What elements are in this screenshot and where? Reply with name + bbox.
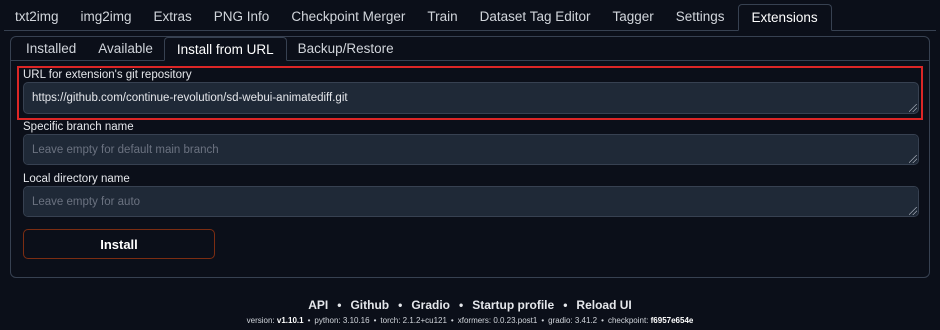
footer-link-startup-profile[interactable]: Startup profile bbox=[472, 298, 554, 312]
footer-separator: • bbox=[398, 298, 403, 312]
tab-available[interactable]: Available bbox=[87, 37, 164, 61]
checkpoint-value: f6957e654e bbox=[650, 316, 694, 325]
tab-install-from-url[interactable]: Install from URL bbox=[163, 37, 287, 61]
tab-png-info[interactable]: PNG Info bbox=[203, 4, 281, 31]
tab-settings[interactable]: Settings bbox=[665, 4, 736, 31]
version-key: version: bbox=[246, 316, 275, 325]
checkpoint-key: checkpoint: bbox=[607, 316, 649, 325]
extensions-panel: Installed Available Install from URL Bac… bbox=[10, 36, 930, 278]
gradio-key: gradio: bbox=[548, 316, 573, 325]
footer-link-github[interactable]: Github bbox=[350, 298, 389, 312]
footer-link-reload-ui[interactable]: Reload UI bbox=[576, 298, 631, 312]
main-tab-bar: txt2img img2img Extras PNG Info Checkpoi… bbox=[4, 4, 936, 31]
branch-field-label: Specific branch name bbox=[23, 121, 134, 133]
tab-txt2img[interactable]: txt2img bbox=[4, 4, 70, 31]
xformers-key: xformers: bbox=[457, 316, 492, 325]
version-separator: • bbox=[373, 316, 377, 325]
version-separator: • bbox=[450, 316, 454, 325]
python-key: python: bbox=[314, 316, 341, 325]
footer-link-gradio[interactable]: Gradio bbox=[411, 298, 450, 312]
version-value: v1.10.1 bbox=[276, 316, 304, 325]
torch-value: 2.1.2+cu121 bbox=[402, 316, 447, 325]
install-button[interactable]: Install bbox=[23, 229, 215, 259]
tab-backup-restore[interactable]: Backup/Restore bbox=[287, 37, 405, 61]
tab-train[interactable]: Train bbox=[416, 4, 468, 31]
directory-name-input[interactable] bbox=[23, 186, 919, 217]
footer-link-api[interactable]: API bbox=[308, 298, 328, 312]
xformers-value: 0.0.23.post1 bbox=[493, 316, 538, 325]
python-value: 3.10.16 bbox=[342, 316, 370, 325]
tab-extensions[interactable]: Extensions bbox=[737, 4, 832, 31]
tab-checkpoint-merger[interactable]: Checkpoint Merger bbox=[280, 4, 416, 31]
gradio-value: 3.41.2 bbox=[574, 316, 598, 325]
tab-extras[interactable]: Extras bbox=[143, 4, 203, 31]
directory-field-label: Local directory name bbox=[23, 173, 130, 185]
tab-img2img[interactable]: img2img bbox=[70, 4, 143, 31]
git-url-input[interactable]: https://github.com/continue-revolution/s… bbox=[23, 82, 919, 114]
footer-separator: • bbox=[563, 298, 568, 312]
footer-links: API • Github • Gradio • Startup profile • Reload… bbox=[0, 298, 940, 312]
tab-installed[interactable]: Installed bbox=[15, 37, 87, 61]
version-separator: • bbox=[307, 316, 311, 325]
branch-name-input[interactable] bbox=[23, 134, 919, 165]
tab-dataset-tag-editor[interactable]: Dataset Tag Editor bbox=[469, 4, 602, 31]
url-field-label: URL for extension's git repository bbox=[23, 69, 192, 81]
version-separator: • bbox=[541, 316, 545, 325]
version-info: version: v1.10.1 • python: 3.10.16 • torch: … bbox=[0, 316, 940, 325]
torch-key: torch: bbox=[380, 316, 401, 325]
tab-tagger[interactable]: Tagger bbox=[601, 4, 664, 31]
extensions-sub-tab-bar: Installed Available Install from URL Bac… bbox=[11, 37, 929, 61]
footer-separator: • bbox=[458, 298, 464, 312]
footer-separator: • bbox=[337, 298, 342, 312]
version-separator: • bbox=[601, 316, 604, 325]
